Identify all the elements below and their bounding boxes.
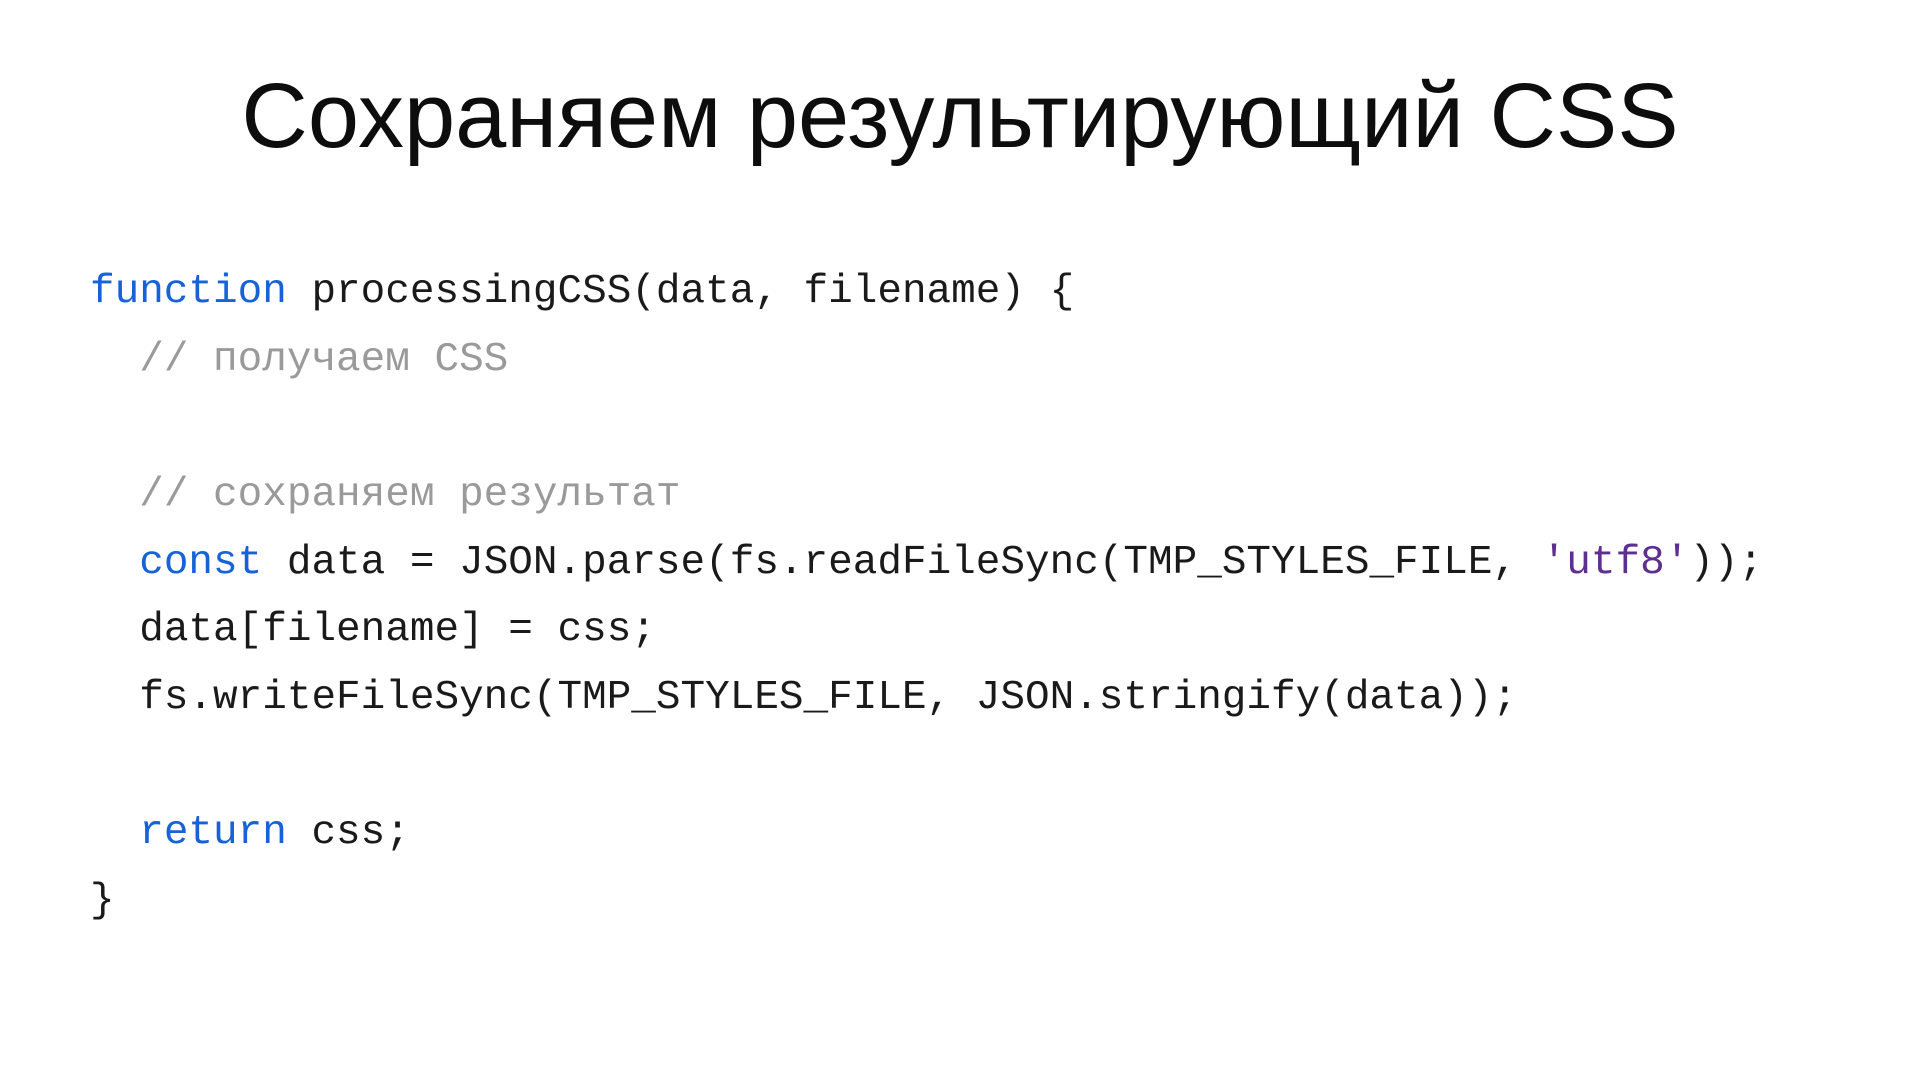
slide: Сохраняем результирующий CSS function pr… [0, 0, 1920, 1080]
const-assign-d: )); [1689, 540, 1763, 586]
write-line: fs.writeFileSync(TMP_STYLES_FILE, JSON.s… [139, 675, 1517, 721]
function-name: processingCSS [287, 269, 631, 315]
slide-title: Сохраняем результирующий CSS [90, 64, 1830, 169]
close-brace: } [90, 878, 115, 924]
code-block: function processingCSS(data, filename) {… [90, 259, 1830, 935]
params-open: (data, filename) { [631, 269, 1074, 315]
const-assign-c: (fs.readFileSync(TMP_STYLES_FILE, [705, 540, 1542, 586]
keyword-return: return [139, 810, 287, 856]
keyword-function: function [90, 269, 287, 315]
comment-save-result: // сохраняем результат [139, 472, 680, 518]
return-rest: css; [287, 810, 410, 856]
assign-line: data[filename] = css; [139, 607, 656, 653]
const-assign-a: data = [262, 540, 459, 586]
comment-get-css: // получаем CSS [139, 337, 508, 383]
string-utf8: 'utf8' [1542, 540, 1690, 586]
json-parse: JSON.parse [459, 540, 705, 586]
keyword-const: const [139, 540, 262, 586]
